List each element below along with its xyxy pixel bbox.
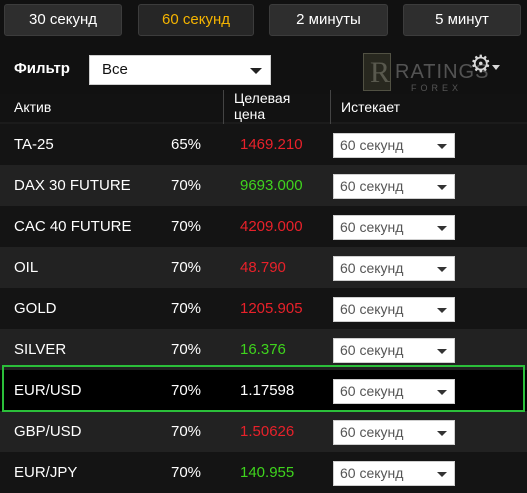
expiry-select[interactable]: 60 секунд	[333, 215, 455, 240]
duration-tabs: 30 секунд 60 секунд 2 минуты 5 минут	[0, 0, 527, 44]
gear-icon: ⚙	[470, 51, 492, 78]
asset-name: DAX 30 FUTURE	[14, 177, 131, 194]
filter-select[interactable]: Все	[89, 55, 271, 85]
expiry-select-value: 60 секунд	[340, 260, 404, 276]
settings-button[interactable]: ⚙	[470, 51, 500, 81]
expiry-select-value: 60 секунд	[340, 342, 404, 358]
logo-mark: R	[363, 53, 391, 91]
selected-row-highlight	[2, 365, 525, 412]
expiry-select-value: 60 секунд	[340, 424, 404, 440]
expiry-select[interactable]: 60 секунд	[333, 256, 455, 281]
chevron-down-icon	[437, 144, 447, 149]
asset-name: SILVER	[14, 341, 67, 358]
table-row[interactable]: SILVER 70% 16.376 60 секунд	[0, 329, 527, 370]
expiry-select-value: 60 секунд	[340, 178, 404, 194]
table-header: Актив Целевая цена Истекает	[0, 90, 527, 122]
chevron-down-icon	[437, 308, 447, 313]
expiry-select-value: 60 секунд	[340, 137, 404, 153]
chevron-down-icon	[437, 349, 447, 354]
payout-percent: 70%	[171, 177, 202, 194]
filter-select-value: Все	[102, 61, 128, 78]
expiry-select[interactable]: 60 секунд	[333, 297, 455, 322]
chevron-down-icon	[437, 226, 447, 231]
chevron-down-icon	[437, 472, 447, 477]
expiry-select-value: 60 секунд	[340, 219, 404, 235]
caret-down-icon	[492, 65, 500, 70]
payout-percent: 70%	[171, 300, 202, 317]
asset-name: TA-25	[14, 136, 54, 153]
tab-5-minutes[interactable]: 5 минут	[403, 4, 521, 36]
asset-name: EUR/JPY	[14, 464, 78, 481]
table-row[interactable]: GBP/USD 70% 1.50626 60 секунд	[0, 411, 527, 452]
payout-percent: 70%	[171, 341, 202, 358]
payout-percent: 65%	[171, 136, 202, 153]
ratings-forex-watermark-logo: R RATINGS FOREX	[363, 53, 488, 95]
target-price: 48.790	[240, 259, 286, 276]
asset-name: GOLD	[14, 300, 57, 317]
target-price: 140.955	[240, 464, 295, 481]
asset-name: CAC 40 FUTURE	[14, 218, 132, 235]
logo-subword: FOREX	[411, 83, 463, 93]
payout-percent: 70%	[171, 423, 202, 440]
header-divider	[223, 90, 224, 126]
chevron-down-icon	[437, 267, 447, 272]
payout-percent: 70%	[171, 464, 202, 481]
tab-60-seconds[interactable]: 60 секунд	[138, 4, 254, 36]
table-row[interactable]: DAX 30 FUTURE 70% 9693.000 60 секунд	[0, 165, 527, 206]
table-row[interactable]: CAC 40 FUTURE 70% 4209.000 60 секунд	[0, 206, 527, 247]
table-row[interactable]: GOLD 70% 1205.905 60 секунд	[0, 288, 527, 329]
table-row[interactable]: TA-25 65% 1469.210 60 секунд	[0, 124, 527, 165]
header-divider	[330, 90, 331, 126]
tab-30-seconds[interactable]: 30 секунд	[4, 4, 122, 36]
expiry-select[interactable]: 60 секунд	[333, 420, 455, 445]
filter-label: Фильтр	[14, 60, 70, 77]
expiry-select[interactable]: 60 секунд	[333, 174, 455, 199]
target-price: 1.50626	[240, 423, 295, 440]
header-target-price-line2: цена	[234, 106, 266, 122]
target-price: 4209.000	[240, 218, 303, 235]
chevron-down-icon	[437, 431, 447, 436]
expiry-select-value: 60 секунд	[340, 465, 404, 481]
target-price: 1205.905	[240, 300, 303, 317]
target-price: 9693.000	[240, 177, 303, 194]
chevron-down-icon	[437, 185, 447, 190]
chevron-down-icon	[250, 68, 262, 74]
expiry-select[interactable]: 60 секунд	[333, 338, 455, 363]
header-asset: Актив	[14, 99, 52, 115]
tab-2-minutes[interactable]: 2 минуты	[269, 4, 388, 36]
expiry-select[interactable]: 60 секунд	[333, 133, 455, 158]
logo-letter: R	[370, 56, 391, 89]
expiry-select-value: 60 секунд	[340, 301, 404, 317]
header-expires: Истекает	[341, 99, 401, 115]
table-row[interactable]: OIL 70% 48.790 60 секунд	[0, 247, 527, 288]
target-price: 16.376	[240, 341, 286, 358]
expiry-select[interactable]: 60 секунд	[333, 461, 455, 486]
target-price: 1469.210	[240, 136, 303, 153]
asset-name: GBP/USD	[14, 423, 82, 440]
payout-percent: 70%	[171, 259, 202, 276]
header-target-price-line1: Целевая	[234, 90, 291, 106]
asset-name: OIL	[14, 259, 39, 276]
payout-percent: 70%	[171, 218, 202, 235]
